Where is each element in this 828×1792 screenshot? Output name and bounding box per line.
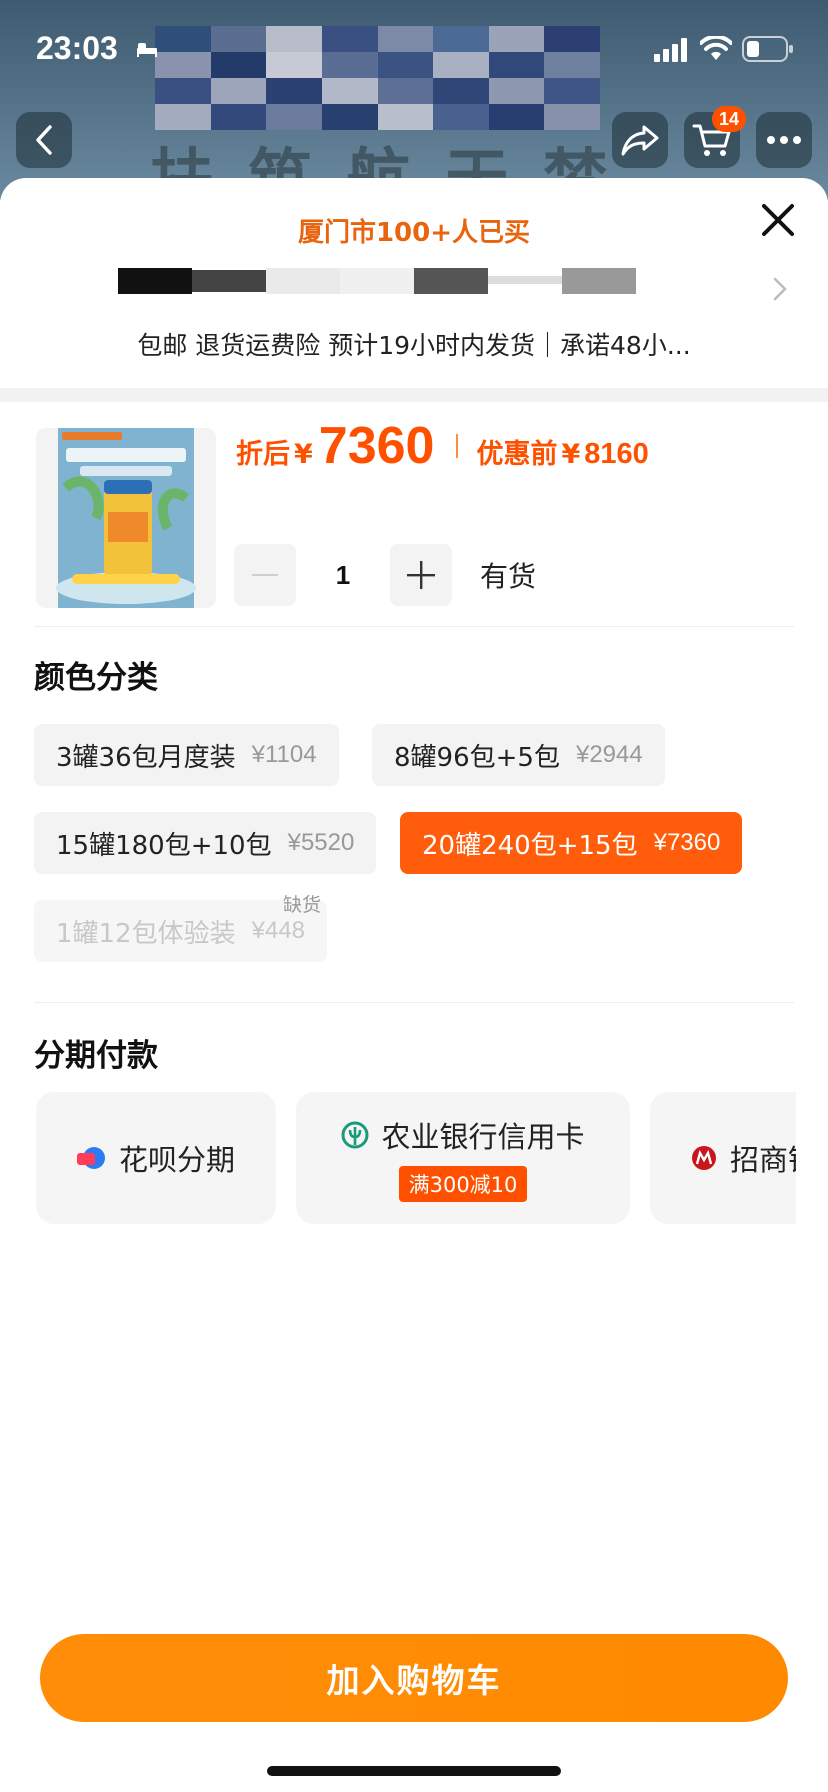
promo-badge: 满300减10 [398,1166,528,1202]
home-indicator [267,1766,561,1776]
battery-icon [742,36,793,62]
variant-name: 20罐240包+15包 [422,830,638,861]
variant-price: ¥1104 [251,741,317,768]
divider [34,1002,794,1003]
variant-option-selected[interactable]: 20罐240包+15包 ¥7360 [400,812,743,874]
status-bar: 23:03 [0,0,828,96]
variant-name: 1罐12包体验装 [56,918,236,949]
share-icon [621,125,659,156]
variant-price: ¥7360 [653,829,721,856]
service-tags-strip[interactable] [34,268,794,298]
section-divider [0,388,828,402]
back-button[interactable] [16,112,72,168]
divider [34,626,794,627]
currency-symbol: ¥ [294,439,313,470]
price-label: 折后 [236,439,290,470]
before-discount-price: 8160 [584,438,649,470]
installment-option-name: 农业银行信用卡 [381,1120,585,1154]
variant-price: ¥448 [251,917,306,944]
installment-option-cmb[interactable]: 招商银行信用卡 [650,1092,796,1224]
installment-option-huabei[interactable]: 花呗分期 [36,1092,276,1224]
variant-name: 15罐180包+10包 [56,830,272,861]
currency-symbol-before: ¥ [561,439,581,470]
out-of-stock-tag: 缺货 [283,894,322,916]
current-price: 7360 [318,417,435,475]
share-button[interactable] [612,112,668,168]
scroll-edge-mask [796,1092,828,1224]
variant-option[interactable]: 3罐36包月度装 ¥1104 [34,724,339,786]
variant-option-out-of-stock[interactable]: 1罐12包体验装 ¥448 缺货 [34,894,328,962]
sku-selection-sheet: 厦门市100+人已买 包邮 退货运费险 预计19小时内发货｜承诺48小... 折… [0,178,828,1792]
plus-icon [407,561,435,589]
huabei-icon [76,1147,105,1169]
installment-option-name: 花呗分期 [118,1143,235,1177]
abc-bank-icon [341,1121,369,1149]
variant-price: ¥2944 [575,741,643,768]
variant-section-title: 颜色分类 [34,660,158,696]
variant-name: 3罐36包月度装 [56,742,236,773]
variant-option[interactable]: 8罐96包+5包 ¥2944 [372,724,665,786]
status-time: 23:03 [36,30,118,66]
installment-option-name: 招商银行信用卡 [730,1143,796,1177]
price-row: 折后 ¥ 7360 优惠前 ¥ 8160 [236,416,649,476]
product-image [36,428,216,608]
installment-section-title: 分期付款 [34,1038,158,1074]
quantity-value[interactable]: 1 [296,560,390,591]
product-thumbnail[interactable] [36,428,216,608]
more-button[interactable] [756,112,812,168]
cart-button[interactable]: 14 [684,106,746,168]
service-description[interactable]: 包邮 退货运费险 预计19小时内发货｜承诺48小... [0,326,828,362]
variant-option[interactable]: 15罐180包+10包 ¥5520 [34,812,377,874]
installment-option-abc[interactable]: 农业银行信用卡 满300减10 [296,1092,630,1224]
decrease-quantity-button[interactable] [234,544,296,606]
before-discount-label: 优惠前 [476,439,558,470]
variant-price: ¥5520 [287,829,355,856]
cmb-bank-icon [692,1146,716,1170]
minus-icon [252,574,278,576]
chevron-right-icon[interactable] [772,276,788,302]
increase-quantity-button[interactable] [390,544,452,606]
add-to-cart-button[interactable]: 加入购物车 [40,1634,788,1722]
quantity-stepper: 1 有货 [234,544,536,606]
bed-icon [137,43,157,57]
wifi-icon [700,36,732,60]
close-icon[interactable] [758,200,798,240]
signal-icon [654,38,687,62]
chevron-left-icon [36,125,52,155]
cart-count-badge: 14 [712,106,746,132]
price-separator [456,434,459,458]
more-dots-icon [767,136,801,144]
stock-status: 有货 [480,560,537,593]
variant-name: 8罐96包+5包 [394,742,560,773]
bought-count-text: 厦门市100+人已买 [297,218,531,248]
